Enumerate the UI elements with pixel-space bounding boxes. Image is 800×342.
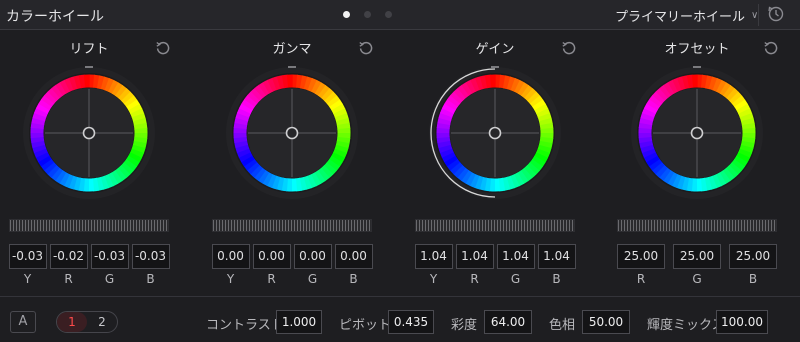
luminance-mix-field[interactable]: 100.00 <box>716 310 768 334</box>
lift-wheel[interactable] <box>21 65 157 201</box>
gamma-master-dial[interactable] <box>212 219 372 232</box>
offset-b-value[interactable]: 25.00 <box>729 244 777 269</box>
wheel-mode-label: プライマリーホイール <box>615 10 746 25</box>
panel-header: カラーホイール プライマリーホイール ∨ <box>0 0 800 30</box>
page-dot-3[interactable] <box>385 11 392 18</box>
page-dot-1[interactable] <box>343 11 350 18</box>
gain-b-value[interactable]: 1.04 <box>537 244 576 269</box>
luminance-mix-label: 輝度ミックス <box>647 318 725 333</box>
gamma-r-label: R <box>267 272 276 286</box>
saturation-field[interactable]: 64.00 <box>484 310 532 334</box>
contrast-field[interactable]: 1.000 <box>276 310 322 334</box>
gamma-g-value[interactable]: 0.00 <box>293 244 332 269</box>
gamma-title: ガンマ <box>272 42 312 57</box>
lift-r-label: R <box>64 272 73 286</box>
saturation-label: 彩度 <box>451 318 478 333</box>
offset-title: オフセット <box>664 42 730 57</box>
offset-g-value[interactable]: 25.00 <box>673 244 721 269</box>
page-dot-2[interactable] <box>364 11 371 18</box>
page-indicator <box>343 11 392 18</box>
offset-b-label: B <box>748 272 758 286</box>
hue-field[interactable]: 50.00 <box>582 310 630 334</box>
gamma-b-label: B <box>349 272 358 286</box>
lift-g-label: G <box>104 272 115 286</box>
auto-balance-button[interactable]: A <box>10 311 36 333</box>
reset-all-icon[interactable] <box>767 5 785 23</box>
offset-g-label: G <box>692 272 702 286</box>
page-button-1[interactable]: 1 <box>57 312 87 332</box>
gain-master-dial[interactable] <box>415 219 575 232</box>
lift-y-value[interactable]: -0.03 <box>8 244 47 269</box>
gain-y-label: Y <box>429 272 438 286</box>
gamma-g-label: G <box>307 272 318 286</box>
gain-wheel[interactable] <box>427 65 563 201</box>
lift-r-value[interactable]: -0.02 <box>49 244 88 269</box>
reset-icon[interactable] <box>763 40 779 56</box>
offset-master-dial[interactable] <box>617 219 777 232</box>
lift-g-value[interactable]: -0.03 <box>90 244 129 269</box>
gamma-wheel[interactable] <box>224 65 360 201</box>
panel-title: カラーホイール <box>6 9 104 25</box>
gamma-y-value[interactable]: 0.00 <box>211 244 250 269</box>
lift-y-label: Y <box>23 272 32 286</box>
lift-master-dial[interactable] <box>9 219 169 232</box>
offset-r-value[interactable]: 25.00 <box>617 244 665 269</box>
offset-wheel[interactable] <box>629 65 765 201</box>
header-divider <box>758 4 759 26</box>
gain-r-value[interactable]: 1.04 <box>455 244 494 269</box>
pivot-label: ピボット <box>339 318 392 333</box>
contrast-label: コントラスト <box>206 318 284 333</box>
adjustment-page-toggle: 1 2 <box>56 311 118 333</box>
gain-g-label: G <box>510 272 521 286</box>
gain-g-value[interactable]: 1.04 <box>496 244 535 269</box>
offset-r-label: R <box>636 272 646 286</box>
reset-icon[interactable] <box>561 40 577 56</box>
footer-bar: A 1 2 コントラスト 1.000 ピボット 0.435 彩度 64.00 色… <box>0 296 800 342</box>
reset-icon[interactable] <box>155 40 171 56</box>
gain-r-label: R <box>470 272 479 286</box>
pivot-field[interactable]: 0.435 <box>388 310 434 334</box>
lift-b-label: B <box>146 272 155 286</box>
gain-title: ゲイン <box>475 42 515 57</box>
gamma-r-value[interactable]: 0.00 <box>252 244 291 269</box>
gamma-b-value[interactable]: 0.00 <box>334 244 373 269</box>
gain-b-label: B <box>552 272 561 286</box>
lift-b-value[interactable]: -0.03 <box>131 244 170 269</box>
lift-title: リフト <box>69 42 109 57</box>
gamma-y-label: Y <box>226 272 235 286</box>
reset-icon[interactable] <box>358 40 374 56</box>
page-button-2[interactable]: 2 <box>87 312 117 332</box>
hue-label: 色相 <box>549 318 576 333</box>
wheel-mode-dropdown[interactable]: プライマリーホイール ∨ <box>615 6 758 25</box>
gain-y-value[interactable]: 1.04 <box>414 244 453 269</box>
